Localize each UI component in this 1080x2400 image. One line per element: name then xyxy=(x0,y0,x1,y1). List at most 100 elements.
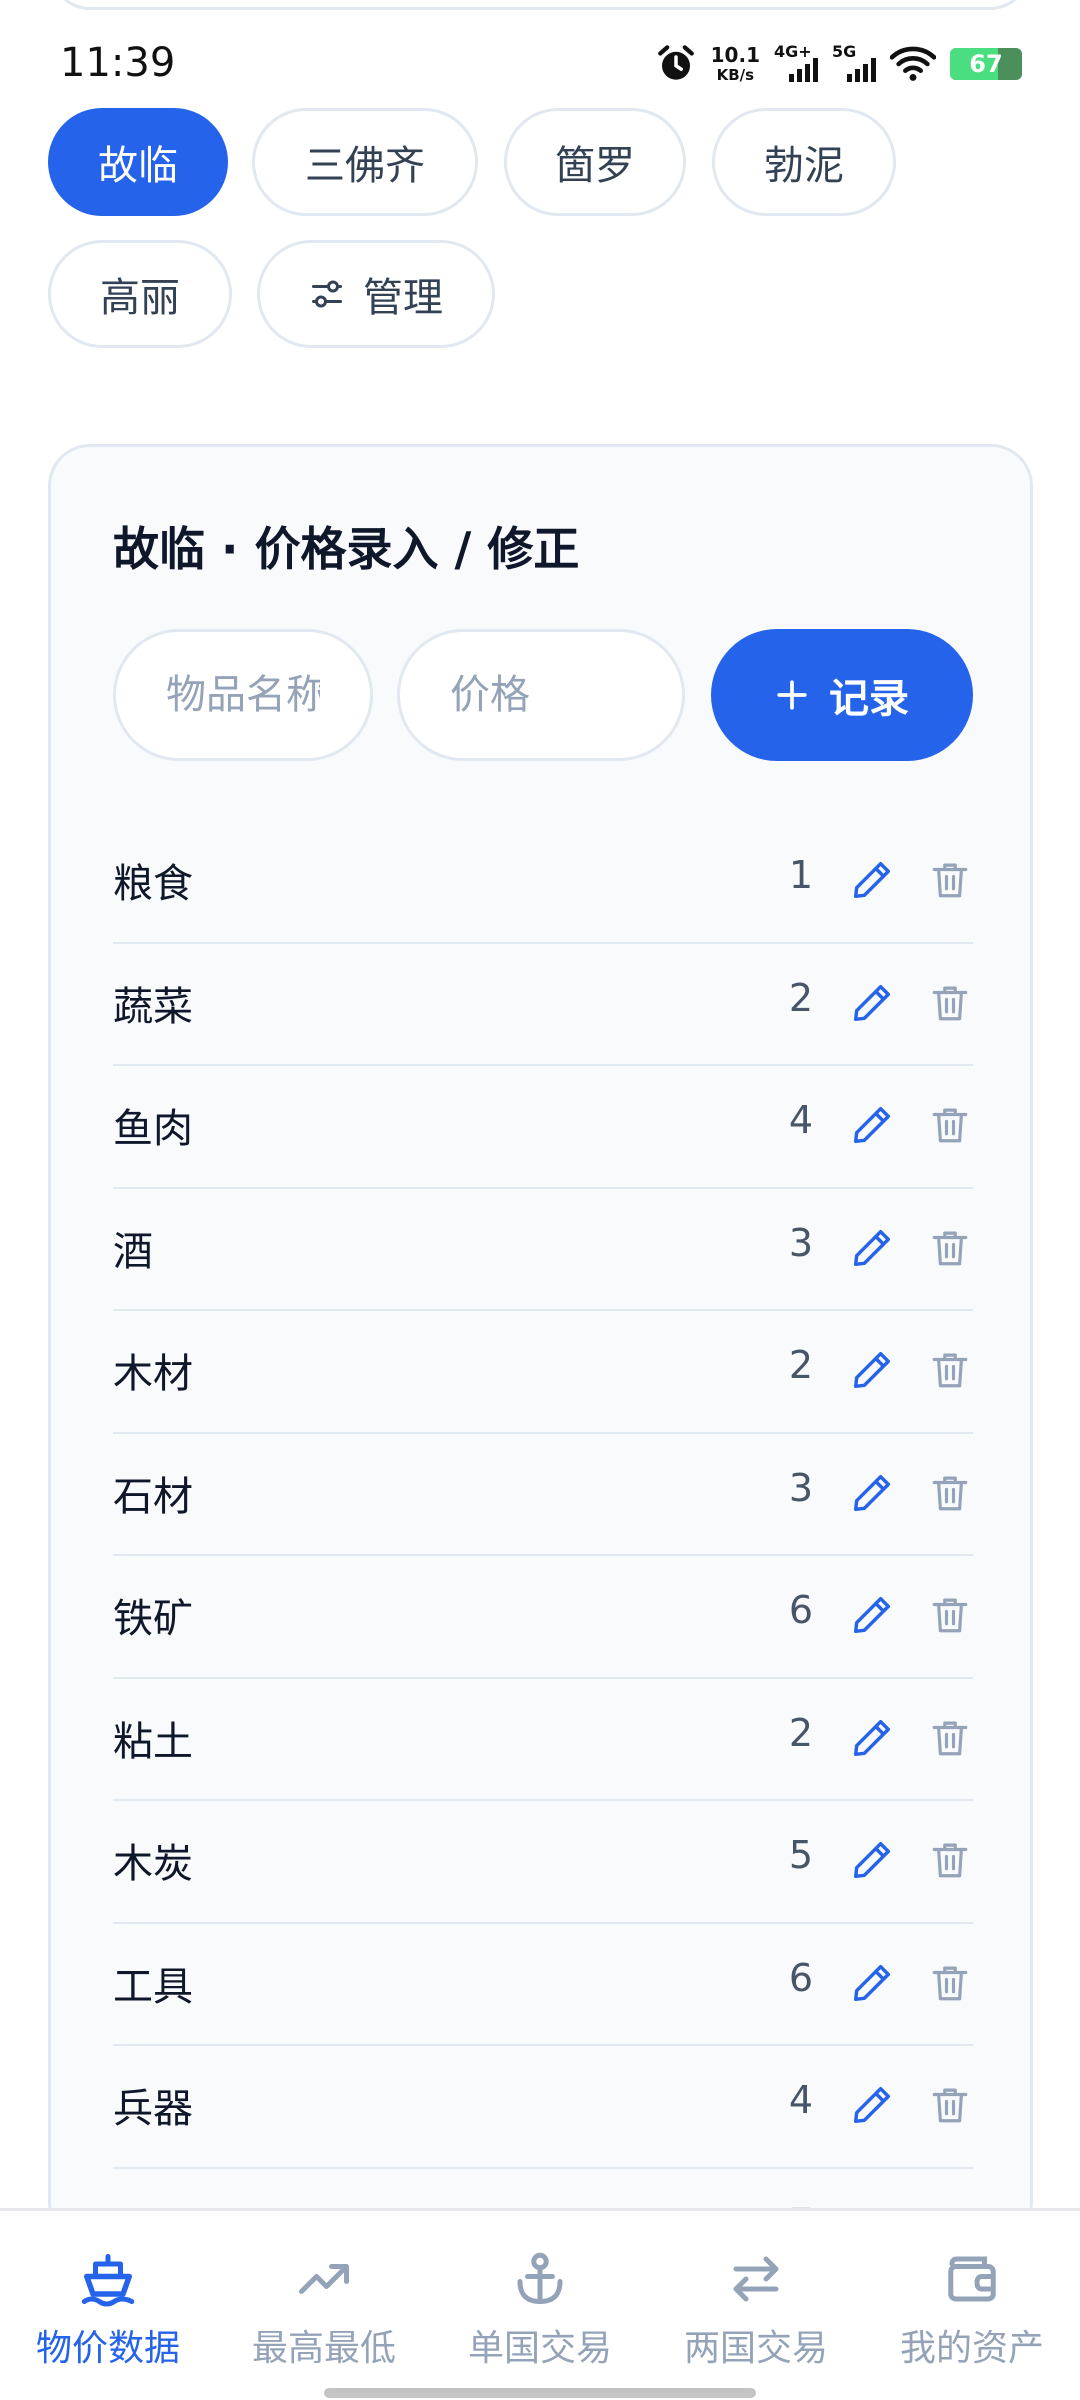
delete-trash-icon[interactable] xyxy=(929,1715,971,1761)
nav-item-3[interactable]: 单国交易 xyxy=(432,2211,648,2381)
item-price: 4 xyxy=(788,2078,813,2122)
list-item: 粘土 2 xyxy=(113,1679,973,1801)
item-name-input[interactable] xyxy=(113,629,373,761)
bottom-navigation: 物价数据 最高最低 单国交易 两国交易 我的资产 xyxy=(0,2208,1080,2400)
manage-label: 管理 xyxy=(363,275,443,321)
edit-pencil-icon[interactable] xyxy=(849,1347,895,1393)
signal-4g-icon: 4G+ xyxy=(774,42,818,84)
list-item: 石材 3 xyxy=(113,1434,973,1556)
delete-trash-icon[interactable] xyxy=(929,1592,971,1638)
delete-trash-icon[interactable] xyxy=(929,1470,971,1516)
delete-trash-icon[interactable] xyxy=(929,2082,971,2128)
network-speed: 10.1 KB/s xyxy=(711,45,760,83)
edit-pencil-icon[interactable] xyxy=(849,1960,895,2006)
item-name: 鱼肉 xyxy=(113,1106,193,1152)
signal-5g-icon: 5G xyxy=(832,42,876,84)
list-item: 蔬菜 2 xyxy=(113,944,973,1066)
delete-trash-icon[interactable] xyxy=(929,1837,971,1883)
home-indicator[interactable] xyxy=(324,2388,756,2398)
nav-item-4[interactable]: 两国交易 xyxy=(648,2211,864,2381)
item-name: 石材 xyxy=(113,1473,193,1520)
item-price: 1 xyxy=(788,853,813,897)
manage-button[interactable]: 管理 xyxy=(257,240,495,348)
ship-icon xyxy=(78,2249,138,2309)
delete-trash-icon[interactable] xyxy=(929,980,971,1026)
card-title: 故临 · 价格录入 / 修正 xyxy=(113,522,580,576)
nav-item-label: 单国交易 xyxy=(467,2328,612,2369)
anchor-icon xyxy=(510,2249,570,2309)
edit-pencil-icon[interactable] xyxy=(849,1715,895,1761)
item-name: 酒 xyxy=(113,1228,153,1275)
list-item: 木材 2 xyxy=(113,1311,973,1434)
region-chip-boni[interactable]: 勃泥 xyxy=(712,108,896,216)
record-button-label: 记录 xyxy=(829,676,909,722)
nav-item-1[interactable]: 物价数据 xyxy=(0,2211,216,2381)
delete-trash-icon[interactable] xyxy=(929,1102,971,1148)
swap-icon xyxy=(726,2249,786,2309)
nav-item-5[interactable]: 我的资产 xyxy=(864,2211,1080,2381)
item-price: 2 xyxy=(788,975,813,1020)
delete-trash-icon[interactable] xyxy=(929,1225,971,1271)
region-chip-label: 高丽 xyxy=(100,275,180,321)
wallet-icon xyxy=(942,2249,1002,2309)
region-chip-geluo[interactable]: 箇罗 xyxy=(504,108,686,216)
nav-item-2[interactable]: 最高最低 xyxy=(216,2211,432,2381)
item-price: 3 xyxy=(788,1220,813,1265)
nav-item-label: 两国交易 xyxy=(683,2328,828,2369)
region-chip-goryeo[interactable]: 高丽 xyxy=(48,240,232,348)
list-item: 铁矿 6 xyxy=(113,1556,973,1679)
edit-pencil-icon[interactable] xyxy=(849,1592,895,1638)
record-button[interactable]: 记录 xyxy=(711,629,973,761)
edit-pencil-icon[interactable] xyxy=(849,1102,895,1148)
item-name: 粮食 xyxy=(113,861,193,907)
status-bar: 11:39 10.1 KB/s 4G+ 5G 67 xyxy=(0,30,1080,100)
delete-trash-icon[interactable] xyxy=(929,857,971,903)
price-input[interactable] xyxy=(397,629,685,761)
edit-pencil-icon[interactable] xyxy=(849,2082,895,2128)
nav-item-label: 最高最低 xyxy=(251,2328,396,2369)
item-price: 2 xyxy=(788,1343,813,1387)
delete-trash-icon[interactable] xyxy=(929,1960,971,2006)
price-list: 粮食1蔬菜2鱼肉4酒3木材2石材3铁矿6粘土2木炭5工具6兵器4日盗7 xyxy=(113,821,973,2291)
item-price: 5 xyxy=(788,1833,813,1877)
edit-pencil-icon[interactable] xyxy=(849,980,895,1026)
list-item: 鱼肉 4 xyxy=(113,1066,973,1189)
list-item: 酒3 xyxy=(113,1189,973,1311)
previous-card-edge xyxy=(50,0,1030,10)
alarm-icon xyxy=(657,45,694,80)
region-chip-label: 勃泥 xyxy=(764,143,844,189)
list-item: 粮食 1 xyxy=(113,821,973,944)
item-name: 兵器 xyxy=(113,2086,193,2132)
region-chip-gulin[interactable]: 故临 xyxy=(48,108,228,216)
item-name: 工具 xyxy=(113,1963,193,2010)
list-item: 兵器 4 xyxy=(113,2046,973,2169)
item-name: 木材 xyxy=(113,1351,193,1397)
item-price: 4 xyxy=(788,1098,813,1142)
item-price: 6 xyxy=(788,1588,813,1632)
nav-item-label: 物价数据 xyxy=(35,2328,180,2369)
nav-item-label: 我的资产 xyxy=(899,2328,1044,2369)
edit-pencil-icon[interactable] xyxy=(849,1470,895,1516)
item-name: 粘土 xyxy=(113,1718,193,1765)
region-chip-label: 三佛齐 xyxy=(305,143,425,189)
price-entry-card: 故临 · 价格录入 / 修正 记录 粮食1蔬菜2鱼肉4酒3木材2石材3铁矿6粘土… xyxy=(48,444,1033,2291)
wifi-icon xyxy=(890,46,936,81)
edit-pencil-icon[interactable] xyxy=(849,1837,895,1883)
network-speed-unit: KB/s xyxy=(716,66,755,84)
status-icons: 10.1 KB/s 4G+ 5G 67 xyxy=(655,36,1022,92)
item-name: 蔬菜 xyxy=(113,983,193,1030)
list-item: 工具 6 xyxy=(113,1924,973,2046)
item-price: 6 xyxy=(788,1955,813,2000)
delete-trash-icon[interactable] xyxy=(929,1347,971,1393)
trending-up-icon xyxy=(294,2249,354,2309)
item-price: 2 xyxy=(788,1710,813,1755)
edit-pencil-icon[interactable] xyxy=(849,857,895,903)
item-price: 3 xyxy=(788,1465,813,1510)
battery-level: 67 xyxy=(969,50,1003,78)
region-chip-sanfoqi[interactable]: 三佛齐 xyxy=(252,108,478,216)
region-chip-label: 箇罗 xyxy=(555,143,635,189)
item-name: 木炭 xyxy=(113,1841,193,1887)
region-chip-label: 故临 xyxy=(98,143,178,189)
sliders-icon xyxy=(312,280,342,308)
edit-pencil-icon[interactable] xyxy=(849,1225,895,1271)
